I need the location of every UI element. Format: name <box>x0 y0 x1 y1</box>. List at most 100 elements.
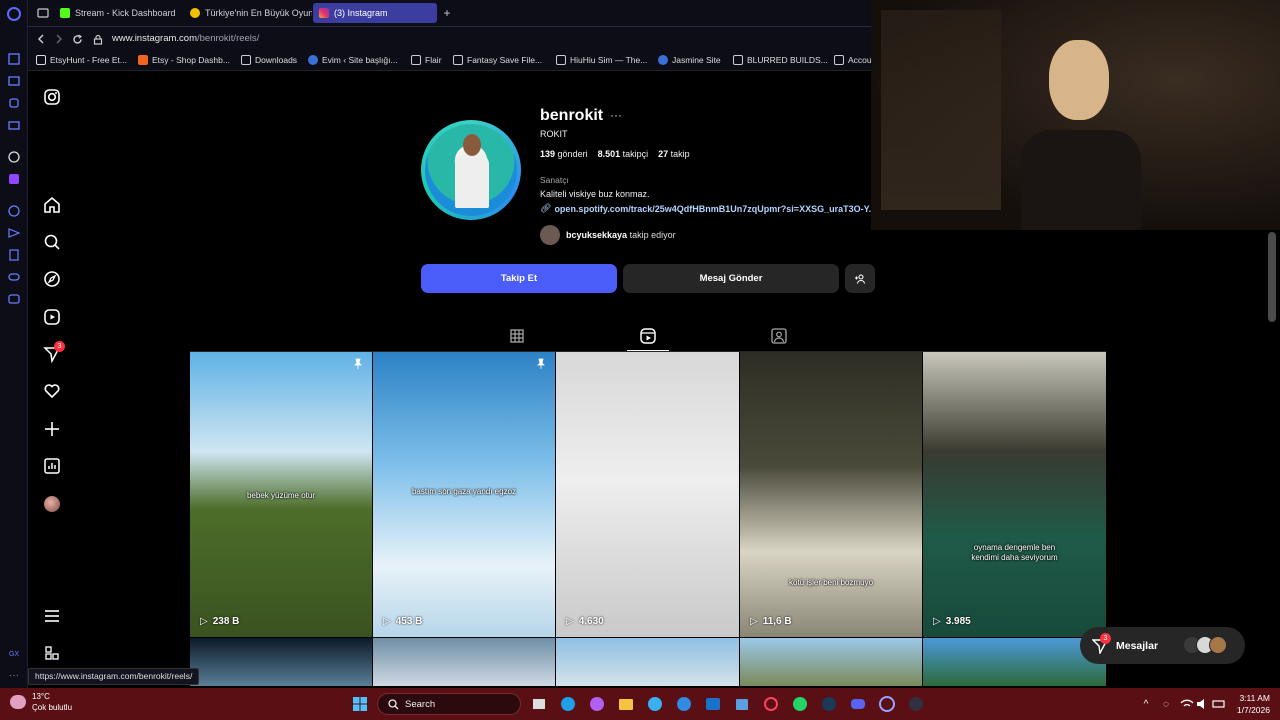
copilot-icon[interactable] <box>588 695 606 713</box>
messages-icon[interactable]: 3 <box>42 341 65 364</box>
notifications-heart-icon[interactable] <box>42 381 62 401</box>
bookmark-item[interactable]: HiuHiu Sim — The... <box>556 55 647 65</box>
reel-tile[interactable]: kötü işler beni bozmuyo ▷ 11,6 B <box>740 352 922 637</box>
chatgpt-icon[interactable] <box>5 148 23 166</box>
messages-badge: 3 <box>54 341 65 352</box>
opera-gx-icon[interactable] <box>762 695 780 713</box>
windows-start-icon[interactable] <box>351 695 369 713</box>
taskbar-search[interactable]: Search <box>377 693 521 715</box>
url-field[interactable]: www.instagram.com/benrokit/reels/ <box>112 33 259 44</box>
gx-corner-icon[interactable] <box>5 116 23 134</box>
dashboard-icon[interactable] <box>42 456 62 476</box>
battery-icon[interactable] <box>1210 695 1228 713</box>
lock-icon[interactable] <box>91 32 105 46</box>
home-icon[interactable] <box>42 195 62 215</box>
menu-hamburger-icon[interactable] <box>42 606 62 626</box>
messages-popup-button[interactable]: 3 Mesajlar <box>1080 627 1245 664</box>
discord-icon[interactable] <box>849 695 867 713</box>
paint-icon[interactable] <box>646 695 664 713</box>
bookmark-item[interactable]: Fantasy Save File... <box>453 55 542 65</box>
followers-label: takipçi <box>622 149 649 159</box>
bookmark-item[interactable]: Etsy - Shop Dashb... <box>138 55 230 65</box>
bookmark-item[interactable]: Accou <box>834 55 872 65</box>
tray-chevron-icon[interactable]: ^ <box>1137 695 1155 713</box>
followers-stat[interactable]: 8.501 takipçi <box>598 149 649 159</box>
reel-tile[interactable] <box>740 638 922 686</box>
instagram-logo-icon[interactable] <box>42 87 62 107</box>
posts-grid-tab-icon[interactable] <box>508 327 526 345</box>
suggested-accounts-button[interactable] <box>845 264 875 293</box>
threads-apps-icon[interactable] <box>42 643 62 663</box>
profile-link[interactable]: 🔗︎ open.spotify.com/track/25w4QdfHBnmB1U… <box>540 203 876 214</box>
follow-button[interactable]: Takip Et <box>421 264 617 293</box>
player-icon[interactable] <box>5 202 23 220</box>
tagged-tab-icon[interactable] <box>770 327 788 345</box>
reel-views: ▷ 3.985 <box>933 616 971 627</box>
obs-app-icon[interactable] <box>878 695 896 713</box>
tab-instagram[interactable]: (3) Instagram <box>313 3 437 23</box>
reel-tile[interactable]: bebek yüzüme otur ▷ 238 B <box>190 352 372 637</box>
followed-by[interactable]: bcyuksekkaya takip ediyor <box>540 225 676 245</box>
file-explorer-icon[interactable] <box>617 695 635 713</box>
task-view-icon[interactable] <box>530 695 548 713</box>
games-icon[interactable] <box>5 290 23 308</box>
tab-kick-dashboard[interactable]: Stream - Kick Dashboard <box>54 3 182 23</box>
whatsapp-icon[interactable] <box>791 695 809 713</box>
following-stat[interactable]: 27 takip <box>658 149 690 159</box>
pin-icon <box>537 358 545 369</box>
reel-tile[interactable] <box>190 638 372 686</box>
profile-picture[interactable] <box>421 120 521 220</box>
reel-tile[interactable] <box>923 638 1106 686</box>
reels-icon[interactable] <box>42 307 62 327</box>
reload-icon[interactable] <box>70 32 84 46</box>
send-message-button[interactable]: Mesaj Gönder <box>623 264 839 293</box>
gx-icon[interactable]: GX <box>5 645 23 663</box>
tab-overview-icon[interactable] <box>36 6 50 20</box>
create-plus-icon[interactable] <box>42 419 62 439</box>
wordpress-icon <box>308 55 318 65</box>
more-icon[interactable]: ··· <box>5 666 23 684</box>
bookmark-item[interactable]: Evim ‹ Site başlığı... <box>308 55 398 65</box>
more-options-icon[interactable]: ··· <box>610 108 622 122</box>
bookmark-item[interactable]: BLURRED BUILDS... <box>733 55 828 65</box>
forward-icon[interactable] <box>52 32 66 46</box>
new-tab-button[interactable]: + <box>440 6 454 20</box>
reels-tab-icon[interactable] <box>639 327 657 345</box>
steam-icon[interactable] <box>820 695 838 713</box>
discord-icon[interactable] <box>5 268 23 286</box>
tab-turkiye[interactable]: Türkiye'nin En Büyük Oyun <box>184 3 312 23</box>
obs-icon[interactable] <box>907 695 925 713</box>
flow-icon[interactable] <box>5 246 23 264</box>
reel-tile[interactable]: ▷ 4.630 <box>556 352 739 637</box>
bookmark-item[interactable]: Jasmine Site <box>658 55 721 65</box>
outlook-icon[interactable] <box>704 695 722 713</box>
bookmark-item[interactable]: Downloads <box>241 55 297 65</box>
opera-logo-icon[interactable] <box>5 5 23 23</box>
extensions-icon[interactable] <box>5 94 23 112</box>
reel-tile[interactable]: bastım son gaza yandı egzoz ▷ 453 B <box>373 352 555 637</box>
send-icon[interactable] <box>5 224 23 242</box>
reel-tile[interactable] <box>556 638 739 686</box>
profile-avatar[interactable] <box>42 494 62 514</box>
app-icon[interactable] <box>675 695 693 713</box>
reel-caption: bebek yüzüme otur <box>246 491 316 500</box>
bookmark-item[interactable]: Flair <box>411 55 442 65</box>
store-icon[interactable] <box>733 695 751 713</box>
edge-icon[interactable] <box>559 695 577 713</box>
search-icon[interactable] <box>42 232 62 252</box>
system-clock[interactable]: 3:11 AM 1/7/2026 <box>1230 692 1270 716</box>
reel-tile[interactable] <box>373 638 555 686</box>
back-icon[interactable] <box>34 32 48 46</box>
weather-widget[interactable]: 13°C Çok bulutlu <box>10 691 72 713</box>
posts-count: 139 <box>540 149 556 159</box>
notification-tray-icon[interactable]: ◌ <box>1157 695 1175 713</box>
bookmarks-icon[interactable] <box>5 50 23 68</box>
twitch-icon[interactable] <box>5 170 23 188</box>
history-icon[interactable] <box>5 72 23 90</box>
play-icon: ▷ <box>933 616 941 627</box>
reel-tile[interactable]: oynama dengemle ben kendimi daha seviyor… <box>923 352 1106 637</box>
explore-icon[interactable] <box>42 269 62 289</box>
page-scrollbar[interactable] <box>1268 232 1276 322</box>
profile-stats: 139 gönderi 8.501 takipçi 27 takip <box>540 149 690 159</box>
bookmark-item[interactable]: EtsyHunt - Free Et... <box>36 55 127 65</box>
